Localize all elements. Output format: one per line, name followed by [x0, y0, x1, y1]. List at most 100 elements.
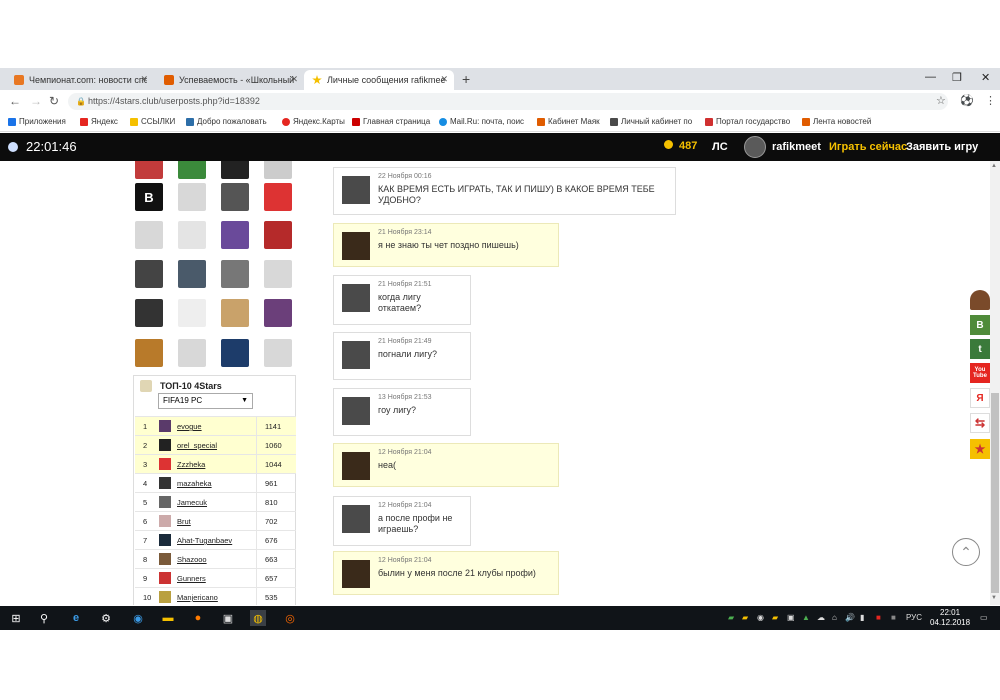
player-name-link[interactable]: Shazooo — [177, 555, 207, 564]
back-icon[interactable]: ← — [9, 94, 21, 108]
user-avatar[interactable] — [221, 339, 249, 367]
tab-messages[interactable]: Личные сообщения rafikmeet. - ✕ — [304, 70, 454, 90]
extension-ball-icon[interactable]: ⚽ — [960, 94, 974, 107]
avatar[interactable] — [342, 397, 370, 425]
vk-button[interactable]: В — [970, 315, 990, 335]
user-avatar[interactable] — [264, 339, 292, 367]
bookmark-mayak[interactable]: Кабинет Маяк — [537, 117, 600, 126]
user-avatar[interactable] — [135, 161, 163, 179]
tray-icon[interactable]: ⌂ — [832, 613, 837, 622]
user-avatar[interactable] — [178, 221, 206, 249]
avatar[interactable] — [342, 232, 370, 260]
table-row[interactable]: 3 Zzzheka 1044 — [135, 454, 296, 474]
chrome-icon[interactable]: ◍ — [250, 610, 266, 626]
user-avatar[interactable] — [264, 221, 292, 249]
table-row[interactable]: 10 Manjericano 535 — [135, 587, 296, 605]
cloud-icon[interactable]: ☁ — [817, 613, 825, 622]
user-avatar[interactable] — [178, 299, 206, 327]
player-name-link[interactable]: Manjericano — [177, 593, 218, 602]
youtube-button[interactable]: You Tube — [970, 363, 990, 383]
user-avatar[interactable] — [264, 299, 292, 327]
share-icon[interactable]: ⇆ — [970, 413, 990, 433]
twitter-button[interactable]: t — [970, 339, 990, 359]
table-row[interactable]: 1 evogue 1141 — [135, 416, 296, 436]
bookmark-links[interactable]: ССЫЛКИ — [130, 117, 175, 126]
bookmark-welcome[interactable]: Добро пожаловать — [186, 117, 267, 126]
table-row[interactable]: 4 mazaheka 961 — [135, 473, 296, 493]
folder-icon[interactable]: ▬ — [160, 610, 176, 626]
scrollbar-thumb[interactable] — [991, 393, 999, 593]
user-avatar[interactable] — [264, 161, 292, 179]
volume-icon[interactable]: 🔊 — [845, 613, 855, 622]
user-avatar[interactable] — [178, 183, 206, 211]
user-avatar[interactable]: B — [135, 183, 163, 211]
bookmark-apps[interactable]: Приложения — [8, 117, 66, 126]
player-name-link[interactable]: Ahat-Tuganbaev — [177, 536, 232, 545]
language-indicator[interactable]: РУС — [906, 613, 922, 622]
player-name-link[interactable]: Jamecuk — [177, 498, 207, 507]
user-avatar[interactable] — [264, 260, 292, 288]
avatar[interactable] — [342, 560, 370, 588]
tray-icon[interactable]: ▲ — [802, 613, 810, 622]
tray-icon[interactable]: ■ — [891, 613, 896, 622]
coin-balance[interactable]: 487 — [664, 140, 697, 152]
avatar[interactable] — [744, 136, 766, 158]
tab-championat[interactable]: Чемпионат.com: новости спорт ✕ — [6, 70, 154, 90]
close-icon[interactable]: ✕ — [290, 74, 298, 85]
opera-icon[interactable]: ◎ — [282, 610, 298, 626]
user-avatar[interactable] — [135, 221, 163, 249]
user-avatar[interactable] — [135, 339, 163, 367]
user-avatar[interactable] — [221, 161, 249, 179]
notification-icon[interactable]: ▭ — [980, 613, 988, 622]
messages-link[interactable]: ЛС — [712, 141, 728, 153]
player-name-link[interactable]: mazaheka — [177, 479, 212, 488]
tray-icon[interactable]: ▣ — [787, 613, 795, 622]
globe-icon[interactable]: ◉ — [130, 610, 146, 626]
table-row[interactable]: 5 Jamecuk 810 — [135, 492, 296, 512]
avatar[interactable] — [342, 505, 370, 533]
table-row[interactable]: 8 Shazooo 663 — [135, 549, 296, 569]
table-row[interactable]: 7 Ahat-Tuganbaev 676 — [135, 530, 296, 550]
table-row[interactable]: 2 orel_special 1060 — [135, 435, 296, 455]
player-name-link[interactable]: evogue — [177, 422, 202, 431]
user-avatar[interactable] — [178, 260, 206, 288]
bookmark-mailru[interactable]: Mail.Ru: почта, поис — [439, 117, 524, 126]
bookmark-star-icon[interactable]: ☆ — [936, 94, 946, 107]
close-icon[interactable]: ✕ — [440, 74, 448, 85]
star-icon[interactable]: ★ — [970, 439, 990, 459]
user-avatar[interactable] — [135, 299, 163, 327]
bookmark-yandex[interactable]: Яндекс — [80, 117, 118, 126]
tray-icon[interactable]: ▰ — [728, 613, 734, 622]
username-link[interactable]: rafikmeet — [772, 141, 821, 153]
forward-icon[interactable]: → — [30, 94, 42, 108]
avatar[interactable] — [342, 452, 370, 480]
bookmark-main-page[interactable]: Главная страница — [352, 117, 430, 126]
minimize-icon[interactable]: — — [925, 71, 936, 83]
restore-icon[interactable]: ❐ — [952, 71, 962, 84]
windows-start-icon[interactable]: ⊞ — [8, 610, 24, 626]
game-select[interactable]: FIFA19 PC ▼ — [158, 393, 253, 409]
network-icon[interactable]: ▮ — [860, 613, 864, 622]
reload-icon[interactable]: ↻ — [49, 94, 59, 108]
avatar[interactable] — [342, 284, 370, 312]
play-now-link[interactable]: Играть сейчас — [829, 141, 907, 153]
user-avatar[interactable] — [221, 221, 249, 249]
user-avatar[interactable] — [135, 260, 163, 288]
table-row[interactable]: 9 Gunners 657 — [135, 568, 296, 588]
player-name-link[interactable]: orel_special — [177, 441, 217, 450]
declare-game-link[interactable]: Заявить игру — [906, 141, 978, 153]
avatar[interactable] — [342, 176, 370, 204]
tray-icon[interactable]: ▰ — [742, 613, 748, 622]
bookmark-cabinet[interactable]: Личный кабинет по — [610, 117, 692, 126]
player-name-link[interactable]: Gunners — [177, 574, 206, 583]
avatar[interactable] — [342, 341, 370, 369]
user-avatar[interactable] — [221, 260, 249, 288]
search-icon[interactable]: ⚲ — [36, 610, 52, 626]
firefox-icon[interactable]: ● — [190, 610, 206, 626]
bookmark-gosuslugi[interactable]: Портал государство — [705, 117, 790, 126]
menu-dots-icon[interactable]: ⋮ — [985, 94, 996, 107]
player-name-link[interactable]: Zzzheka — [177, 460, 205, 469]
close-icon[interactable]: ✕ — [140, 74, 148, 85]
new-tab-button[interactable]: + — [462, 71, 470, 87]
edge-icon[interactable]: e — [68, 610, 84, 626]
